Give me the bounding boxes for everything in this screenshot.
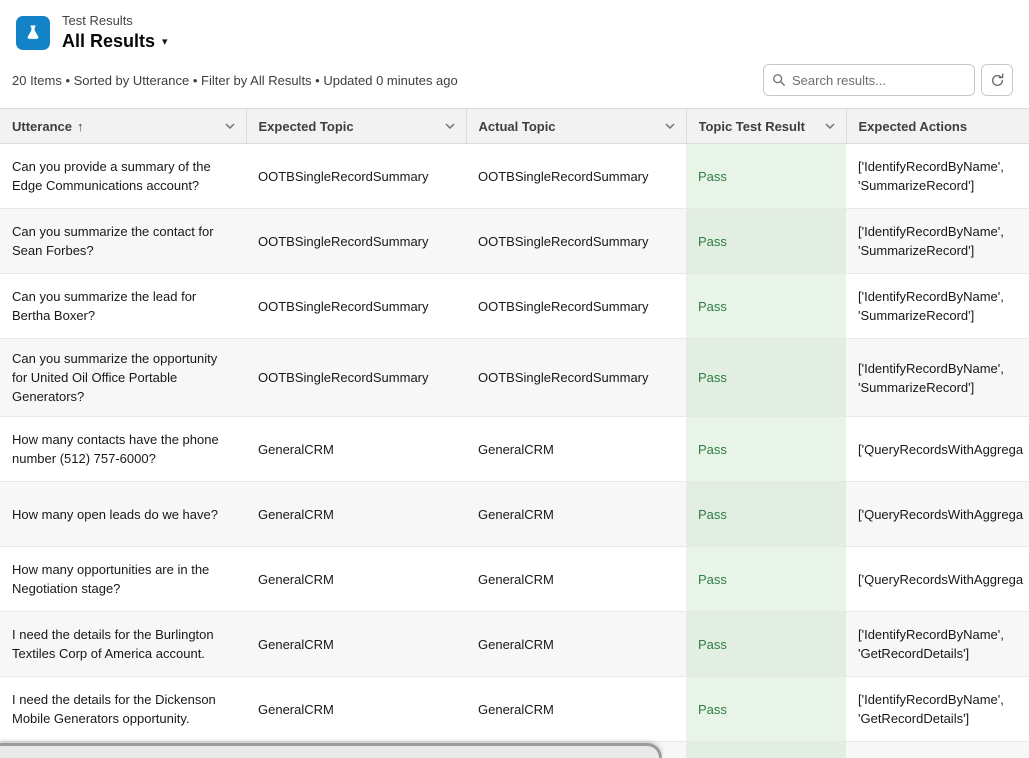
actual-topic-cell: GeneralCRM <box>466 547 686 612</box>
caret-down-icon: ▾ <box>162 35 168 48</box>
arrow-up-icon: ↑ <box>77 119 84 134</box>
result-cell: Pass <box>686 144 846 209</box>
column-header-expected-actions[interactable]: Expected Actions <box>846 109 1029 144</box>
actual-topic-cell: GeneralCRM <box>466 482 686 547</box>
expected-actions-cell: ['IdentifyRecordByName', 'SummarizeRecor… <box>846 209 1029 274</box>
result-cell <box>686 742 846 758</box>
expected-topic-cell: OOTBSingleRecordSummary <box>246 274 466 339</box>
table-row[interactable]: Can you summarize the lead for Bertha Bo… <box>0 274 1029 339</box>
column-header-utterance[interactable]: Utterance ↑ <box>0 109 246 144</box>
expected-actions-cell: ['IdentifyRecordByName', 'SummarizeRecor… <box>846 144 1029 209</box>
header-text: Test Results All Results ▾ <box>62 13 168 52</box>
column-header-actual-topic[interactable]: Actual Topic <box>466 109 686 144</box>
utterance-cell: Can you summarize the contact for Sean F… <box>0 209 246 274</box>
result-cell: Pass <box>686 274 846 339</box>
expected-actions-cell: ['QueryRecordsWithAggrega <box>846 547 1029 612</box>
expected-topic-cell: GeneralCRM <box>246 677 466 742</box>
utterance-cell: How many contacts have the phone number … <box>0 417 246 482</box>
refresh-icon <box>990 73 1005 88</box>
column-label: Topic Test Result <box>699 119 805 134</box>
utterance-cell: Can you summarize the lead for Bertha Bo… <box>0 274 246 339</box>
actual-topic-cell: OOTBSingleRecordSummary <box>466 144 686 209</box>
utterance-cell: How many opportunities are in the Negoti… <box>0 547 246 612</box>
results-table-wrap: Utterance ↑ Expected Topic <box>0 108 1029 758</box>
chevron-down-icon[interactable] <box>223 121 237 131</box>
expected-actions-cell: ['QueryRecordsWithAggrega <box>846 417 1029 482</box>
utterance-cell: How many open leads do we have? <box>0 482 246 547</box>
search-input[interactable] <box>792 73 966 88</box>
actual-topic-cell: GeneralCRM <box>466 612 686 677</box>
expected-topic-cell: OOTBSingleRecordSummary <box>246 209 466 274</box>
expected-topic-cell: GeneralCRM <box>246 482 466 547</box>
expected-actions-cell: ['IdentifyRecordByName', 'GetRecordDetai… <box>846 677 1029 742</box>
expected-actions-cell: ['IdentifyRecordByName', 'SummarizeRecor… <box>846 339 1029 417</box>
result-cell: Pass <box>686 677 846 742</box>
list-toolbar: 20 Items • Sorted by Utterance • Filter … <box>0 58 1029 108</box>
column-label: Actual Topic <box>479 119 556 134</box>
expected-topic-cell: GeneralCRM <box>246 417 466 482</box>
flask-icon <box>16 16 50 50</box>
actual-topic-cell: GeneralCRM <box>466 677 686 742</box>
expected-actions-cell: ['IdentifyRecordByName', 'SummarizeRecor… <box>846 274 1029 339</box>
result-cell: Pass <box>686 482 846 547</box>
column-header-topic-test-result[interactable]: Topic Test Result <box>686 109 846 144</box>
test-results-page: Test Results All Results ▾ 20 Items • So… <box>0 0 1029 758</box>
object-label: Test Results <box>62 13 168 29</box>
table-row[interactable]: How many opportunities are in the Negoti… <box>0 547 1029 612</box>
expected-actions-cell: ['QueryRecordsWithAggrega <box>846 482 1029 547</box>
chevron-down-icon[interactable] <box>443 121 457 131</box>
expected-topic-cell: GeneralCRM <box>246 612 466 677</box>
column-label: Utterance <box>12 119 72 134</box>
list-summary: 20 Items • Sorted by Utterance • Filter … <box>12 73 458 88</box>
expected-topic-cell: OOTBSingleRecordSummary <box>246 144 466 209</box>
page-header: Test Results All Results ▾ <box>0 0 1029 58</box>
actual-topic-cell: GeneralCRM <box>466 417 686 482</box>
list-view-name: All Results <box>62 30 155 52</box>
column-label: Expected Actions <box>859 119 968 134</box>
utterance-cell: Can you provide a summary of the Edge Co… <box>0 144 246 209</box>
utterance-cell: I need the details for the Dickenson Mob… <box>0 677 246 742</box>
actual-topic-cell: OOTBSingleRecordSummary <box>466 209 686 274</box>
utterance-cell: I need the details for the Burlington Te… <box>0 612 246 677</box>
search-box[interactable] <box>763 64 975 96</box>
list-view-selector[interactable]: All Results ▾ <box>62 30 168 52</box>
expected-actions-cell: ['IdentifyRecordByName', <box>846 742 1029 758</box>
table-row[interactable]: Can you summarize the contact for Sean F… <box>0 209 1029 274</box>
expected-topic-cell: GeneralCRM <box>246 547 466 612</box>
table-row[interactable]: I need the details for the Burlington Te… <box>0 612 1029 677</box>
utterance-cell: Can you summarize the opportunity for Un… <box>0 339 246 417</box>
table-header-row: Utterance ↑ Expected Topic <box>0 109 1029 144</box>
results-table: Utterance ↑ Expected Topic <box>0 108 1029 758</box>
expected-actions-cell: ['IdentifyRecordByName', 'GetRecordDetai… <box>846 612 1029 677</box>
expected-topic-cell: OOTBSingleRecordSummary <box>246 339 466 417</box>
docked-panel-corner <box>0 743 662 758</box>
result-cell: Pass <box>686 209 846 274</box>
actual-topic-cell: OOTBSingleRecordSummary <box>466 274 686 339</box>
column-header-expected-topic[interactable]: Expected Topic <box>246 109 466 144</box>
refresh-button[interactable] <box>981 64 1013 96</box>
result-cell: Pass <box>686 547 846 612</box>
table-row[interactable]: I need the details for the Dickenson Mob… <box>0 677 1029 742</box>
table-row[interactable]: Can you provide a summary of the Edge Co… <box>0 144 1029 209</box>
result-cell: Pass <box>686 339 846 417</box>
result-cell: Pass <box>686 612 846 677</box>
table-row[interactable]: How many contacts have the phone number … <box>0 417 1029 482</box>
column-label: Expected Topic <box>259 119 354 134</box>
table-row[interactable]: How many open leads do we have? GeneralC… <box>0 482 1029 547</box>
toolbar-actions <box>763 64 1013 96</box>
result-cell: Pass <box>686 417 846 482</box>
search-icon <box>772 73 786 87</box>
actual-topic-cell: OOTBSingleRecordSummary <box>466 339 686 417</box>
chevron-down-icon[interactable] <box>663 121 677 131</box>
table-row[interactable]: Can you summarize the opportunity for Un… <box>0 339 1029 417</box>
chevron-down-icon[interactable] <box>823 121 837 131</box>
